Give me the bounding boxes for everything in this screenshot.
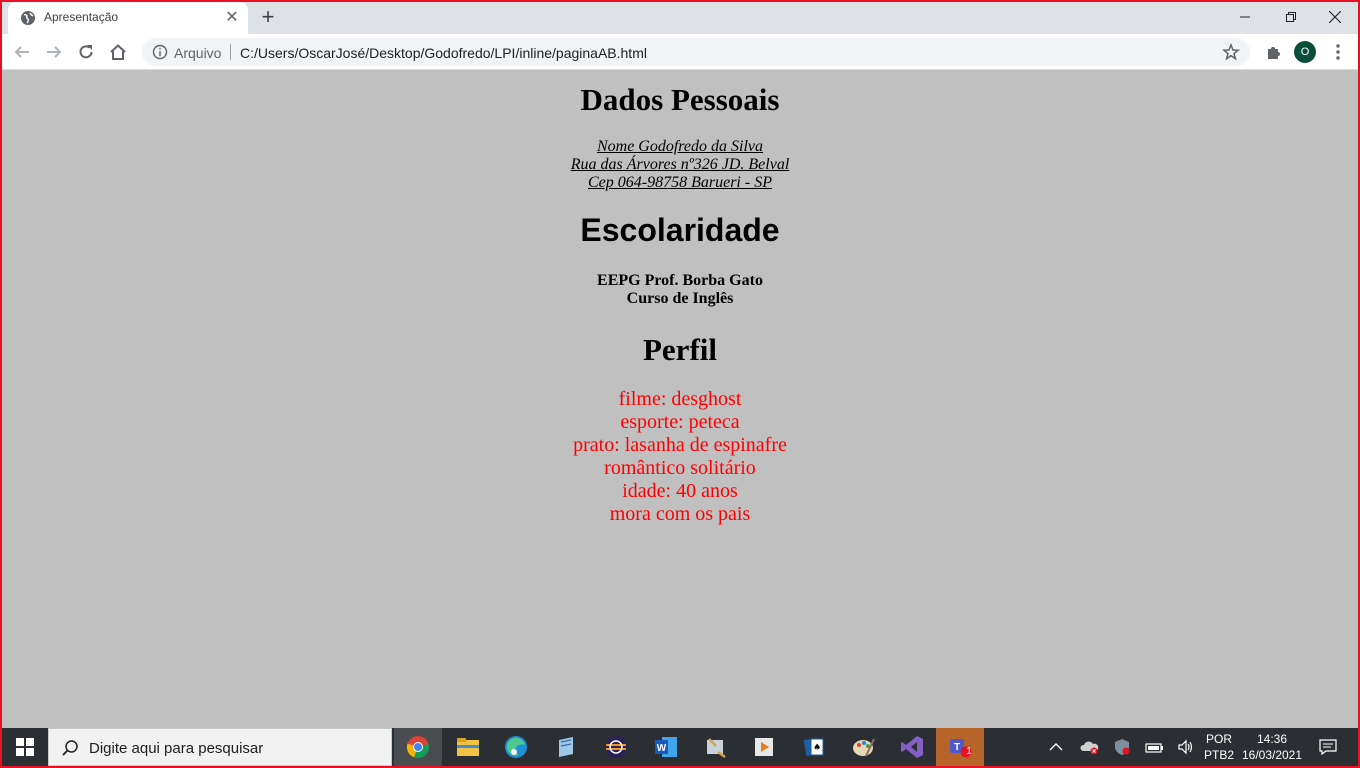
notes-app-icon[interactable] [542, 728, 590, 766]
visual-studio-icon[interactable] [888, 728, 936, 766]
svg-text:W: W [657, 743, 667, 754]
onedrive-error-icon[interactable] [1080, 737, 1100, 757]
profile-avatar[interactable]: O [1294, 41, 1316, 63]
chevron-up-icon[interactable] [1046, 737, 1066, 757]
tab-close-icon[interactable]: ✕ [224, 10, 240, 26]
tools-app-icon[interactable] [692, 728, 740, 766]
extensions-puzzle-icon[interactable] [1262, 40, 1286, 64]
paint-icon[interactable] [840, 728, 888, 766]
forward-arrow-icon[interactable] [42, 40, 66, 64]
minimize-icon[interactable] [1222, 2, 1268, 32]
new-tab-button[interactable]: + [256, 6, 280, 30]
search-placeholder: Digite aqui para pesquisar [89, 740, 264, 757]
browser-window: Apresentação ✕ + Arquivo C:/Users/OscarJ… [2, 2, 1358, 766]
schooling-block: EEPG Prof. Borba Gato Curso de Inglês [2, 272, 1358, 308]
info-icon[interactable] [152, 44, 168, 60]
tab-strip: Apresentação ✕ + [2, 2, 1358, 34]
profile-line: romântico solitário [604, 457, 756, 479]
volume-icon[interactable] [1176, 737, 1196, 757]
back-arrow-icon[interactable] [10, 40, 34, 64]
clock[interactable]: 14:36 16/03/2021 [1240, 731, 1304, 763]
taskbar-search-box[interactable]: Digite aqui para pesquisar [48, 728, 392, 766]
teams-icon[interactable]: T 1 [936, 728, 984, 766]
profile-block: filme: desghost esporte: peteca prato: l… [2, 388, 1358, 526]
notifications-icon[interactable] [1318, 737, 1338, 757]
reload-icon[interactable] [74, 40, 98, 64]
tab-title: Apresentação [44, 10, 119, 24]
battery-icon[interactable] [1144, 737, 1164, 757]
solitaire-icon[interactable]: ♠ [790, 728, 838, 766]
page-content: Dados Pessoais Nome Godofredo da Silva R… [2, 70, 1358, 728]
heading-perfil: Perfil [642, 332, 717, 367]
profile-line: idade: 40 anos [622, 480, 738, 502]
tab-apresentacao[interactable]: Apresentação ✕ [8, 2, 248, 34]
language-code: POR [1205, 732, 1232, 746]
address-line: Rua das Árvores nº326 JD. Belval [570, 156, 790, 173]
windows-taskbar: Digite aqui para pesquisar W ♠ T 1 POR P… [2, 728, 1358, 766]
bookmark-star-icon[interactable] [1222, 43, 1240, 61]
eclipse-icon[interactable] [592, 728, 640, 766]
word-icon[interactable]: W [642, 728, 690, 766]
file-explorer-icon[interactable] [444, 728, 492, 766]
url-text[interactable]: C:/Users/OscarJosé/Desktop/Godofredo/LPI… [240, 45, 647, 61]
teams-badge: 1 [966, 746, 972, 757]
profile-line: filme: desghost [618, 388, 742, 410]
input-language[interactable]: POR PTB2 [1202, 731, 1236, 763]
address-line: Cep 064-98758 Barueri - SP [588, 174, 772, 191]
search-icon [62, 740, 78, 756]
browser-toolbar: Arquivo C:/Users/OscarJosé/Desktop/Godof… [2, 34, 1358, 70]
windows-start-icon[interactable] [2, 728, 48, 766]
profile-line: esporte: peteca [620, 411, 740, 433]
address-bar[interactable]: Arquivo C:/Users/OscarJosé/Desktop/Godof… [142, 38, 1250, 66]
close-window-icon[interactable] [1312, 2, 1358, 32]
heading-dados-pessoais: Dados Pessoais [580, 82, 780, 117]
address-separator [230, 44, 231, 60]
address-block: Nome Godofredo da Silva Rua das Árvores … [2, 138, 1358, 192]
globe-icon [21, 11, 35, 25]
svg-text:♠: ♠ [813, 743, 821, 753]
restore-icon[interactable] [1268, 2, 1314, 32]
edge-icon[interactable] [492, 728, 540, 766]
svg-text:T: T [954, 742, 960, 753]
address-line: Nome Godofredo da Silva [596, 138, 764, 155]
clock-time: 14:36 [1256, 732, 1288, 746]
heading-escolaridade: Escolaridade [580, 212, 780, 248]
media-player-icon[interactable] [740, 728, 788, 766]
defender-icon[interactable] [1112, 737, 1132, 757]
keyboard-layout: PTB2 [1203, 748, 1234, 762]
scheme-label: Arquivo [174, 45, 222, 61]
home-icon[interactable] [106, 40, 130, 64]
profile-line: mora com os pais [609, 503, 751, 525]
schooling-line: Curso de Inglês [626, 290, 734, 307]
clock-date: 16/03/2021 [1241, 748, 1303, 762]
more-menu-icon[interactable] [1326, 40, 1350, 64]
schooling-line: EEPG Prof. Borba Gato [597, 272, 763, 289]
profile-line: prato: lasanha de espinafre [573, 434, 787, 456]
chrome-taskbar-icon[interactable] [394, 728, 442, 766]
